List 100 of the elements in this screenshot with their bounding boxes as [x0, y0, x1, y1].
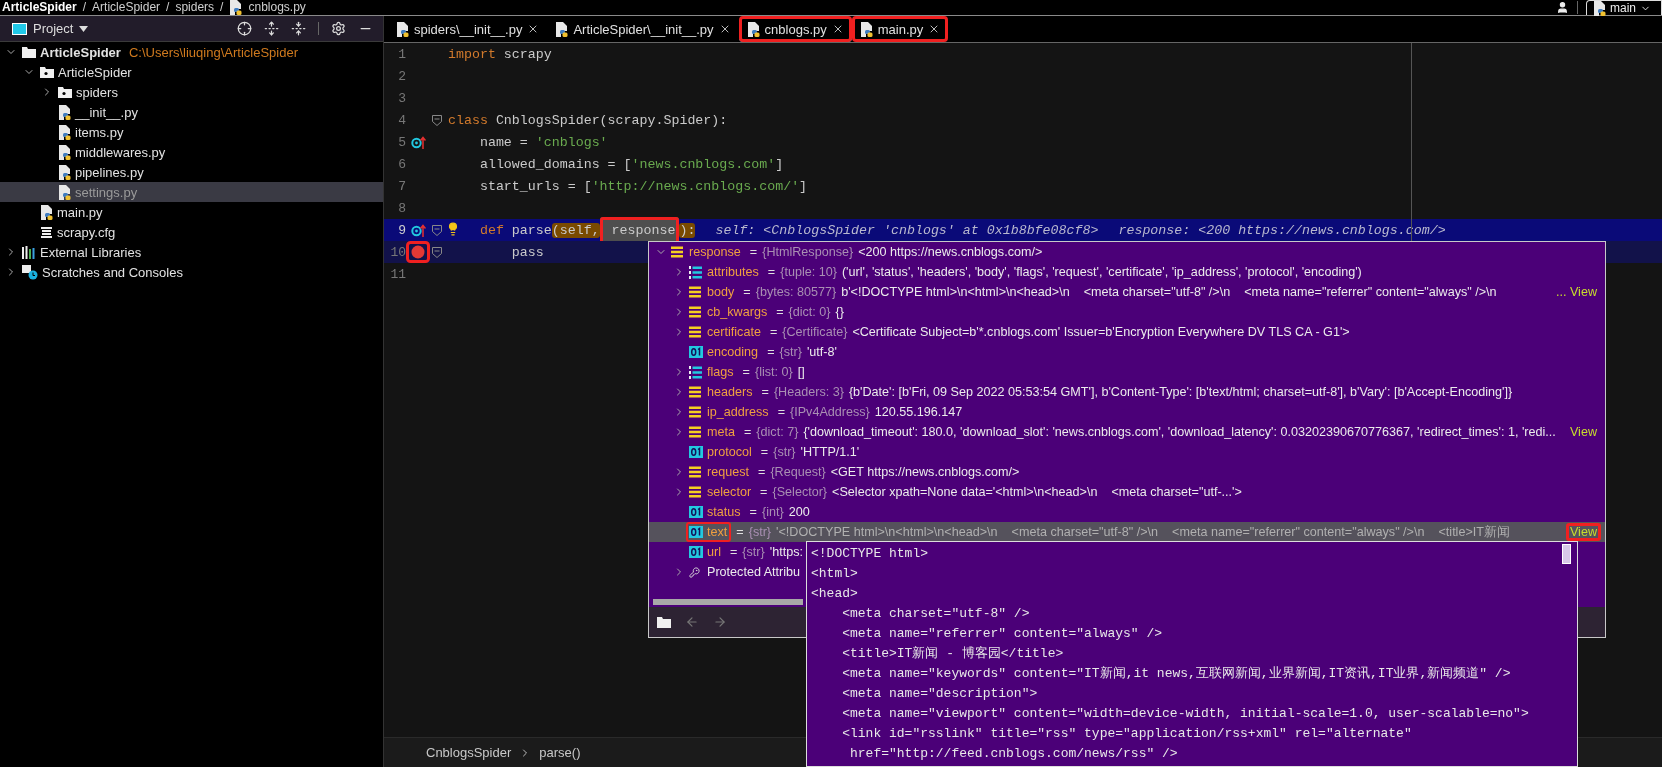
- variable-type: {Certificate}: [782, 325, 848, 339]
- equals-sign: =: [769, 325, 778, 339]
- variable-type: {IPv4Address}: [790, 405, 870, 419]
- breadcrumb-separator: /: [166, 0, 170, 15]
- variable-value: ('url', 'status', 'headers', 'body', 'flags', 'request', 'certificate', 'ip_address', 'protocol', 'encoding'): [841, 265, 1362, 279]
- html-source-line: <title>IT新闻 - 博客园</title>: [841, 645, 1064, 663]
- variable-value: <GET https://news.cnblogs.com/>: [830, 465, 1020, 479]
- breadcrumb-separator: /: [82, 0, 87, 15]
- variable-value: '<!DOCTYPE html>\n<html>\n<head>\n <meta charset="utf-8" />\n <meta name="referrer" content="always" />\n <title>IT新闻: [776, 523, 1510, 541]
- tree-item-label: pipelines.py: [75, 164, 144, 180]
- equals-sign: =: [743, 285, 751, 299]
- html-source-line: <meta name="viewport" content="width=device-width, initial-scale=1.0, user-scalable=no">: [841, 705, 1529, 723]
- equals-sign: =: [761, 385, 769, 399]
- equals-sign: =: [742, 365, 750, 379]
- variable-name: url: [707, 545, 721, 559]
- code-text: start_urls = ['http://news.cnblogs.com/']: [478, 178, 808, 194]
- html-source-line: href="http://feed.cnblogs.com/news/rss" />: [849, 745, 1178, 763]
- variable-name: body: [707, 285, 735, 299]
- variable-value: 'https:: [769, 545, 803, 559]
- variable-type: {Request}: [770, 465, 826, 479]
- html-source-line: <!DOCTYPE html>: [810, 545, 929, 563]
- variable-value: <Certificate Subject=b'*.cnblogs.com' Issuer=b'Encryption Everywhere DV TLS CA - G1'>: [852, 325, 1350, 339]
- variable-value: <200 https://news.cnblogs.com/>: [858, 245, 1043, 259]
- variable-value: 'utf-8': [806, 345, 837, 359]
- code-text: name = 'cnblogs': [478, 134, 608, 150]
- tree-item-label: main.py: [57, 204, 103, 220]
- variable-name: selector: [707, 485, 752, 499]
- equals-sign: =: [736, 525, 744, 539]
- line-number: 8: [397, 200, 406, 216]
- variable-name: certificate: [707, 325, 761, 339]
- variable-name: ip_address: [707, 405, 769, 419]
- variable-name: attributes: [707, 265, 759, 279]
- variable-name: encoding: [707, 345, 759, 359]
- variable-type: {str}: [779, 345, 802, 359]
- line-number: 6: [397, 156, 406, 172]
- line-number: 11: [389, 266, 406, 282]
- code-text: class CnblogsSpider(scrapy.Spider):: [448, 112, 728, 128]
- equals-sign: =: [730, 545, 738, 559]
- equals-sign: =: [776, 305, 784, 319]
- variable-name: meta: [707, 425, 735, 439]
- tree-item-label: scrapy.cfg: [57, 224, 116, 240]
- html-source-line: <meta name="description">: [841, 685, 1038, 703]
- variable-value: {}: [835, 305, 844, 319]
- html-source-line: <head>: [810, 585, 858, 603]
- line-number: 7: [397, 178, 406, 194]
- variable-value: {b'Date': [b'Fri, 09 Sep 2022 05:53:54 GMT'], b'Content-Type': [b'text/html; charset=utf-8'], b'Vary': [b'Accept-Encoding']}: [848, 385, 1513, 399]
- line-number: 10: [389, 244, 406, 260]
- html-source-line: <meta name="keywords" content="IT新闻,it news,互联网新闻,业界新闻,IT资讯,IT业界,新闻频道" />: [841, 665, 1511, 683]
- variable-type: {list: 0}: [754, 365, 793, 379]
- variable-type: {str}: [748, 525, 772, 539]
- line-number: 1: [397, 46, 406, 62]
- code-text: allowed_domains = ['news.cnblogs.com']: [478, 156, 784, 172]
- variable-name: headers: [707, 385, 753, 399]
- line-number: 9: [397, 222, 406, 238]
- html-source-line: <html>: [810, 565, 858, 583]
- variable-type: {bytes: 80577}: [755, 285, 837, 299]
- tree-item-label: items.py: [75, 124, 124, 140]
- variable-name: text: [707, 525, 728, 539]
- tree-item-label: settings.py: [75, 184, 138, 200]
- inline-value-hint: response: <200 https://news.cnblogs.com/>: [1118, 222, 1446, 238]
- variable-type: {HtmlResponse}: [762, 245, 854, 259]
- tree-item-label: Scratches and Consoles: [42, 264, 183, 280]
- tree-item-label: ArticleSpider: [40, 44, 121, 60]
- variable-type: {int}: [761, 505, 784, 519]
- variable-value: b'<!DOCTYPE html>\n<html>\n<head>\n <meta charset="utf-8" />\n <meta name="referrer" content="always" />\n: [841, 285, 1497, 299]
- equals-sign: =: [767, 345, 775, 359]
- variable-value: 'HTTP/1.1': [800, 445, 860, 459]
- code-text: import scrapy: [448, 46, 552, 62]
- variable-value: 200: [788, 505, 810, 519]
- equals-sign: =: [749, 245, 758, 259]
- line-number: 4: [397, 112, 406, 128]
- line-number: 3: [397, 90, 406, 106]
- equals-sign: =: [758, 465, 766, 479]
- code-text: pass: [510, 244, 544, 260]
- tree-item-label: middlewares.py: [75, 144, 166, 160]
- html-source-line: <link id="rsslink" title="rss" type="application/rss+xml" rel="alternate": [841, 725, 1412, 743]
- variable-type: {dict: 0}: [788, 305, 831, 319]
- variable-type: {tuple: 10}: [780, 265, 837, 279]
- variable-value: <Selector xpath=None data='<html>\n<head>\n <meta charset="utf-...'>: [832, 485, 1242, 499]
- equals-sign: =: [744, 425, 752, 439]
- html-source-line: <meta name="referrer" content="always" />: [841, 625, 1163, 643]
- variable-value: []: [797, 365, 805, 379]
- tree-item-label: __init__.py: [75, 104, 138, 120]
- variable-name: Protected Attribu: [707, 565, 801, 579]
- variable-name: protocol: [707, 445, 752, 459]
- equals-sign: =: [777, 405, 785, 419]
- variable-name: request: [707, 465, 749, 479]
- equals-sign: =: [749, 505, 757, 519]
- tree-item-label: spiders: [76, 84, 118, 100]
- breadcrumb-separator: /: [220, 0, 224, 15]
- variable-name: cb_kwargs: [707, 305, 768, 319]
- variable-name: status: [707, 505, 741, 519]
- equals-sign: =: [760, 485, 768, 499]
- tree-item-label: External Libraries: [40, 244, 142, 260]
- line-number: 2: [397, 68, 406, 84]
- tree-item-label: ArticleSpider: [58, 64, 132, 80]
- variable-type: {str}: [773, 445, 796, 459]
- variable-type: {Selector}: [772, 485, 828, 499]
- variable-name: flags: [707, 365, 734, 379]
- variable-type: {Headers: 3}: [773, 385, 844, 399]
